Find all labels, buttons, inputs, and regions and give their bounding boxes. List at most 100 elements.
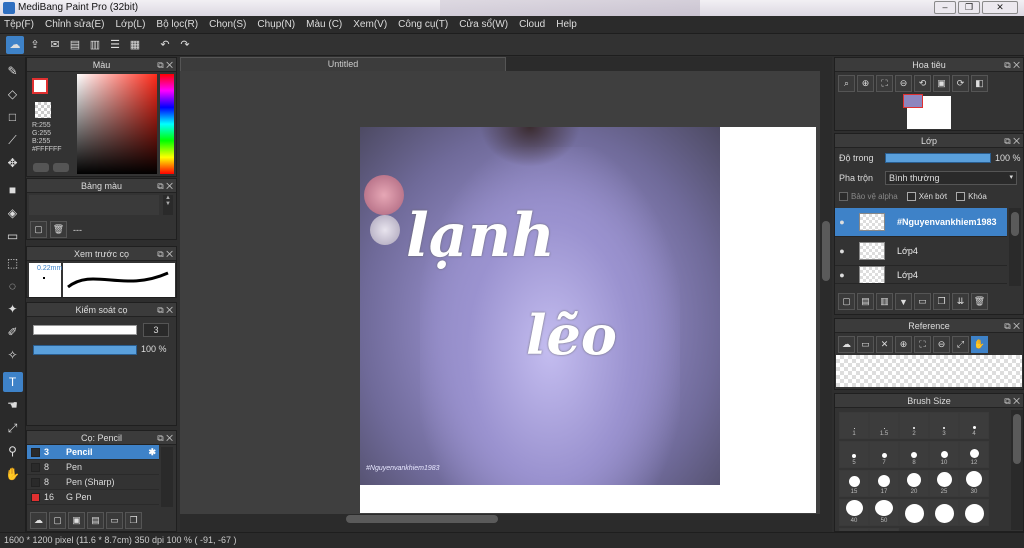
layer-scrollbar[interactable] (1009, 208, 1021, 286)
foreground-color-swatch[interactable] (32, 78, 48, 94)
magic-wand-tool-icon[interactable]: ✦ (3, 299, 23, 319)
hue-slider[interactable] (160, 74, 174, 174)
brush-size-value[interactable]: 3 (143, 323, 169, 337)
open-reference-icon[interactable]: ▭ (857, 336, 874, 353)
brush-size-cell[interactable]: 15 (839, 470, 869, 497)
menu-help[interactable]: Help (556, 19, 577, 30)
brush-size-cell[interactable]: 8 (899, 441, 929, 468)
panel-close-icon[interactable]: ⧉ ✕ (1004, 134, 1020, 148)
document-tab[interactable]: Untitled (180, 57, 506, 71)
brush-size-cell[interactable]: 3 (929, 412, 959, 439)
palette-scrollbar[interactable]: ▲ ▼ (163, 195, 173, 215)
layer-opacity-slider[interactable] (885, 153, 991, 163)
new-palette-icon[interactable]: ▢ (30, 221, 47, 238)
menu-edit[interactable]: Chỉnh sửa(E) (45, 19, 105, 30)
clipping-checkbox[interactable] (906, 192, 916, 202)
menu-select[interactable]: Chọn(S) (209, 19, 246, 30)
message-icon[interactable]: ▤ (66, 36, 84, 54)
comment-icon[interactable]: ✉ (46, 36, 64, 54)
layer-row[interactable]: ● #Nguyenvankhiem1983 (835, 208, 1007, 237)
flip-icon[interactable]: ◧ (971, 75, 988, 92)
brush-size-cell[interactable] (899, 499, 929, 526)
minimize-button[interactable]: – (934, 1, 956, 14)
zoom-in-icon[interactable]: ⊕ (857, 75, 874, 92)
brush-size-cell[interactable]: 1.5 (869, 412, 899, 439)
menu-filter[interactable]: Bộ lọc(R) (156, 19, 198, 30)
vertical-scrollbar[interactable] (820, 71, 832, 514)
duplicate-brush-icon[interactable]: ❐ (125, 512, 142, 529)
fit-icon[interactable]: ⛶ (876, 75, 893, 92)
visibility-icon[interactable]: ● (835, 217, 849, 227)
brush-size-cell[interactable] (959, 499, 989, 526)
lasso-tool-icon[interactable]: ◌ (3, 276, 23, 296)
brush-size-cell[interactable]: 20 (899, 470, 929, 497)
cloud-icon[interactable]: ☁ (6, 35, 24, 54)
brush-size-cell[interactable]: 30 (959, 470, 989, 497)
document-icon[interactable]: ▥ (86, 36, 104, 54)
brush-size-cell[interactable]: 25 (929, 470, 959, 497)
panel-close-icon[interactable]: ⧉ ✕ (157, 303, 173, 317)
cloud-brush-icon[interactable]: ☁ (30, 512, 47, 529)
menu-color[interactable]: Màu (C) (306, 19, 342, 30)
hand-tool-icon[interactable]: ✋ (3, 464, 23, 484)
layer-row[interactable]: ● Lớp4 (835, 237, 1007, 266)
saturation-value-picker[interactable] (77, 74, 157, 174)
merge-layer-icon[interactable]: ⇊ (952, 293, 969, 310)
new-halftone-layer-icon[interactable]: ▤ (857, 293, 874, 310)
brush-size-cell[interactable]: 17 (869, 470, 899, 497)
delete-palette-icon[interactable]: 🗑 (50, 221, 67, 238)
protect-alpha-checkbox[interactable] (839, 192, 848, 202)
blend-mode-select[interactable]: Bình thường ▾ (885, 171, 1017, 185)
operation-tool-icon[interactable]: ☚ (3, 395, 23, 415)
zoom-in-reference-icon[interactable]: ⊕ (895, 336, 912, 353)
redo-icon[interactable]: ↷ (176, 36, 194, 54)
menu-cloud[interactable]: Cloud (519, 19, 545, 30)
panel-close-icon[interactable]: ⧉ ✕ (157, 247, 173, 261)
brush-item-g-pen[interactable]: 16 G Pen (27, 490, 159, 505)
text-tool-icon[interactable]: T (2, 372, 23, 392)
layer-folder-icon[interactable]: ▭ (914, 293, 931, 310)
brush-item-pen-sharp[interactable]: 8 Pen (Sharp) (27, 475, 159, 490)
brush-size-cell[interactable]: 2 (899, 412, 929, 439)
background-color-swatch[interactable] (35, 102, 51, 118)
brush-size-cell[interactable]: 50 (869, 499, 899, 526)
navigator-viewport[interactable] (903, 94, 923, 108)
menu-tools[interactable]: Công cụ(T) (398, 19, 448, 30)
brush-size-cell[interactable] (929, 499, 959, 526)
share-icon[interactable]: ⇪ (26, 36, 44, 54)
brush-size-slider[interactable] (33, 325, 137, 335)
brush-menu-icon[interactable]: ▣ (68, 512, 85, 529)
brush-size-cell[interactable]: 7 (869, 441, 899, 468)
fill-rect-tool-icon[interactable]: ■ (3, 180, 23, 200)
gradient-tool-icon[interactable]: ▭ (3, 226, 23, 246)
panel-close-icon[interactable]: ⧉ ✕ (157, 58, 173, 72)
menu-file[interactable]: Tệp(F) (4, 19, 34, 30)
select-eraser-tool-icon[interactable]: ✧ (3, 345, 23, 365)
close-button[interactable]: ✕ (982, 1, 1018, 14)
horizontal-scrollbar[interactable] (180, 514, 820, 524)
duplicate-layer-icon[interactable]: ❐ (933, 293, 950, 310)
fit-reference-icon[interactable]: ⛶ (914, 336, 931, 353)
brush-size-cell[interactable]: 1 (839, 412, 869, 439)
brush-list-scrollbar[interactable] (161, 447, 173, 507)
palette-toggle-button[interactable] (33, 163, 49, 172)
bucket-tool-icon[interactable]: ◈ (3, 203, 23, 223)
zoom-icon[interactable]: ⌕ (838, 75, 855, 92)
eyedrop-toggle-button[interactable] (53, 163, 69, 172)
layer-row[interactable]: ● Lớp4 (835, 266, 1007, 284)
brush-settings-icon[interactable]: ▤ (87, 512, 104, 529)
brush-settings-icon[interactable]: ✱ (148, 447, 156, 458)
new-vector-layer-icon[interactable]: ▥ (876, 293, 893, 310)
panel-close-icon[interactable]: ⧉ ✕ (1004, 58, 1020, 72)
add-brush-icon[interactable]: ▢ (49, 512, 66, 529)
visibility-icon[interactable]: ● (835, 246, 849, 256)
select-pen-tool-icon[interactable]: ✐ (3, 322, 23, 342)
menu-layer[interactable]: Lớp(L) (116, 19, 146, 30)
undo-icon[interactable]: ↶ (156, 36, 174, 54)
brush-item-pencil[interactable]: 3 Pencil ✱ (27, 445, 159, 460)
grid-icon[interactable]: ▦ (126, 36, 144, 54)
brush-size-cell[interactable]: 12 (959, 441, 989, 468)
zoom-out-icon[interactable]: ⊖ (895, 75, 912, 92)
list-icon[interactable]: ☰ (106, 36, 124, 54)
zoom-out-reference-icon[interactable]: ⊖ (933, 336, 950, 353)
